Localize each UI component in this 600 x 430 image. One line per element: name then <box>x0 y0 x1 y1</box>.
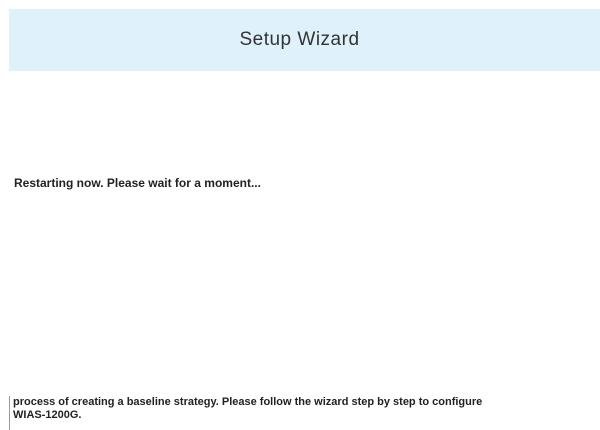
setup-wizard-page: Setup Wizard Restarting now. Please wait… <box>0 0 600 430</box>
restart-status-message: Restarting now. Please wait for a moment… <box>14 176 261 190</box>
wizard-header: Setup Wizard <box>9 9 600 71</box>
wizard-title: Setup Wizard <box>239 29 360 50</box>
description-line-2: WIAS-1200G. <box>13 409 82 421</box>
description-line-1: process of creating a baseline strategy.… <box>13 396 483 408</box>
wizard-description: process of creating a baseline strategy.… <box>9 396 600 430</box>
